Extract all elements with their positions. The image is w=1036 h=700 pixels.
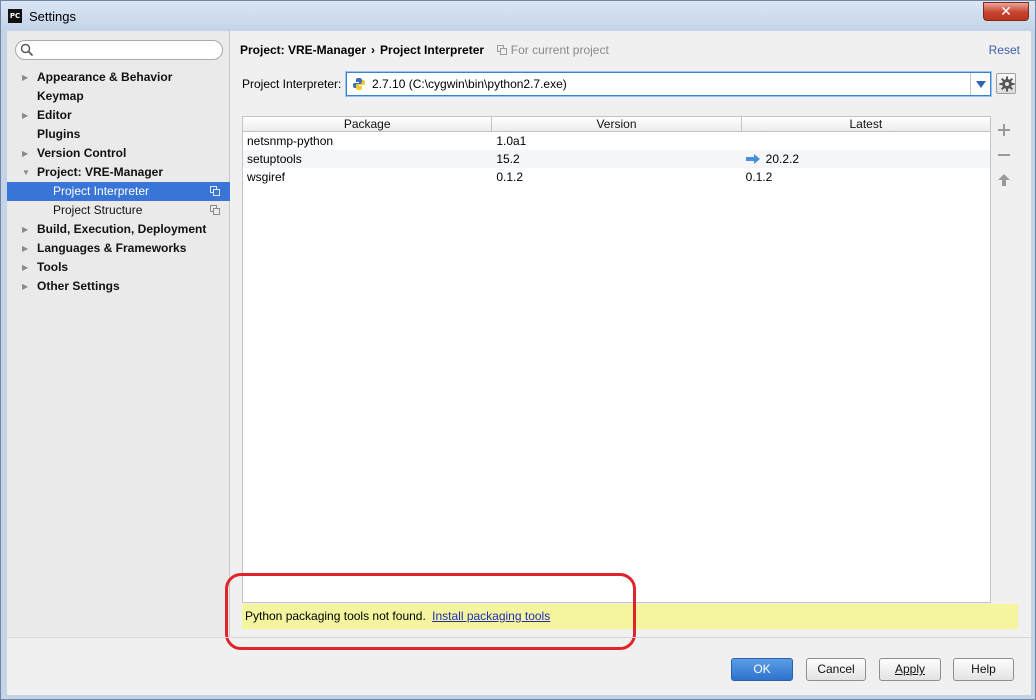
sidebar-item-label: Keymap <box>37 89 84 103</box>
scope-note-text: For current project <box>510 43 609 57</box>
project-scope-icon <box>497 45 508 55</box>
pycharm-app-icon: PC <box>8 9 22 23</box>
arrow-up-icon <box>998 174 1010 186</box>
sidebar-item-build-execution-deployment[interactable]: ▶ Build, Execution, Deployment <box>7 220 230 239</box>
scope-note: For current project <box>497 43 609 57</box>
sidebar-item-label: Tools <box>37 260 69 274</box>
cell-latest: 20.2.2 <box>742 150 990 168</box>
column-header-latest[interactable]: Latest <box>742 117 990 131</box>
latest-version-value: 20.2.2 <box>765 152 800 166</box>
gear-icon <box>999 76 1015 92</box>
column-header-package[interactable]: Package <box>243 117 493 131</box>
reset-link[interactable]: Reset <box>989 43 1020 57</box>
expand-arrow-icon[interactable]: ▶ <box>22 239 32 258</box>
sidebar-item-label: Version Control <box>37 146 127 160</box>
table-header: Package Version Latest <box>243 117 990 132</box>
upgrade-arrow-icon <box>745 154 760 164</box>
expand-arrow-icon[interactable]: ▶ <box>22 68 32 87</box>
close-window-button[interactable]: ✕ <box>983 2 1029 21</box>
breadcrumb-page: Project Interpreter <box>380 43 485 57</box>
expand-arrow-icon[interactable]: ▶ <box>22 106 32 125</box>
search-input[interactable] <box>36 42 216 58</box>
title-bar: PC Settings ✕ <box>1 1 1035 31</box>
breadcrumb-separator: › <box>371 43 376 57</box>
warning-text: Python packaging tools not found. <box>245 609 426 623</box>
sidebar-item-label: Build, Execution, Deployment <box>37 222 207 236</box>
interpreter-settings-button[interactable] <box>996 73 1016 94</box>
interpreter-value: 2.7.10 (C:\cygwin\bin\python2.7.exe) <box>372 77 567 91</box>
table-row[interactable]: setuptools 15.2 20.2.2 <box>243 150 990 168</box>
cell-latest <box>742 132 990 150</box>
sidebar-item-label: Project: VRE-Manager <box>37 165 164 179</box>
table-row[interactable]: wsgiref 0.1.2 0.1.2 <box>243 168 990 186</box>
upgrade-package-button[interactable] <box>993 169 1015 194</box>
sidebar-item-plugins[interactable]: Plugins <box>7 125 230 144</box>
python-icon <box>353 78 365 90</box>
apply-button-label: Apply <box>894 662 926 676</box>
ok-button[interactable]: OK <box>731 658 793 681</box>
sidebar-item-keymap[interactable]: Keymap <box>7 87 230 106</box>
install-packaging-tools-link[interactable]: Install packaging tools <box>432 609 550 623</box>
table-row[interactable]: netsnmp-python 1.0a1 <box>243 132 990 150</box>
breadcrumb: Project: VRE-Manager › Project Interpreter… <box>240 43 609 57</box>
settings-tree: ▶ Appearance & Behavior Keymap ▶ Editor … <box>7 68 230 296</box>
column-header-version[interactable]: Version <box>492 117 742 131</box>
minus-icon <box>998 154 1010 156</box>
sidebar-item-label: Appearance & Behavior <box>37 70 173 84</box>
sidebar-item-tools[interactable]: ▶ Tools <box>7 258 230 277</box>
sidebar-item-project-interpreter[interactable]: Project Interpreter <box>7 182 230 201</box>
sidebar-item-label: Other Settings <box>37 279 120 293</box>
sidebar-item-label: Plugins <box>37 127 81 141</box>
interpreter-select[interactable]: 2.7.10 (C:\cygwin\bin\python2.7.exe) <box>346 72 991 96</box>
cell-package: netsnmp-python <box>247 134 334 148</box>
expand-arrow-icon[interactable]: ▶ <box>22 220 32 239</box>
settings-search[interactable] <box>15 40 223 60</box>
sidebar-item-label: Editor <box>37 108 72 122</box>
sidebar-item-label: Languages & Frameworks <box>37 241 187 255</box>
plus-icon <box>998 124 1010 136</box>
project-scope-icon <box>210 186 220 196</box>
uninstall-package-button[interactable] <box>993 144 1015 169</box>
sidebar-item-editor[interactable]: ▶ Editor <box>7 106 230 125</box>
sidebar-item-languages-frameworks[interactable]: ▶ Languages & Frameworks <box>7 239 230 258</box>
settings-content: ▶ Appearance & Behavior Keymap ▶ Editor … <box>7 31 1031 695</box>
cell-package: wsgiref <box>247 170 286 184</box>
cell-latest: 0.1.2 <box>745 170 773 184</box>
packaging-warning-bar: Python packaging tools not found. Instal… <box>242 604 1018 629</box>
install-package-button[interactable] <box>993 119 1015 144</box>
cell-version: 0.1.2 <box>496 170 524 184</box>
sidebar-item-appearance-behavior[interactable]: ▶ Appearance & Behavior <box>7 68 230 87</box>
collapse-arrow-icon[interactable]: ▼ <box>22 163 32 182</box>
sidebar-item-project-vre-manager[interactable]: ▼ Project: VRE-Manager <box>7 163 230 182</box>
packages-table: Package Version Latest netsnmp-python 1.… <box>242 116 991 603</box>
settings-sidebar: ▶ Appearance & Behavior Keymap ▶ Editor … <box>7 31 230 636</box>
sidebar-item-version-control[interactable]: ▶ Version Control <box>7 144 230 163</box>
settings-window: PC Settings ✕ ▶ Appearance & Behavior Ke… <box>0 0 1036 700</box>
project-scope-icon <box>210 205 220 215</box>
cancel-button[interactable]: Cancel <box>806 658 866 681</box>
expand-arrow-icon[interactable]: ▶ <box>22 144 32 163</box>
sidebar-item-label: Project Interpreter <box>53 184 150 198</box>
interpreter-dropdown-button[interactable] <box>970 73 990 95</box>
expand-arrow-icon[interactable]: ▶ <box>22 258 32 277</box>
sidebar-item-label: Project Structure <box>53 203 143 217</box>
cell-package: setuptools <box>247 152 302 166</box>
expand-arrow-icon[interactable]: ▶ <box>22 277 32 296</box>
interpreter-label: Project Interpreter: <box>242 77 342 91</box>
footer-divider <box>7 637 1031 638</box>
cell-version: 15.2 <box>496 152 520 166</box>
sidebar-item-other-settings[interactable]: ▶ Other Settings <box>7 277 230 296</box>
cell-version: 1.0a1 <box>496 134 527 148</box>
package-toolbar <box>993 119 1015 194</box>
apply-button[interactable]: Apply <box>879 658 941 681</box>
chevron-down-icon <box>976 81 986 88</box>
window-title: Settings <box>29 9 76 24</box>
breadcrumb-project: Project: VRE-Manager <box>240 43 367 57</box>
search-icon <box>20 43 34 57</box>
help-button[interactable]: Help <box>953 658 1014 681</box>
sidebar-item-project-structure[interactable]: Project Structure <box>7 201 230 220</box>
